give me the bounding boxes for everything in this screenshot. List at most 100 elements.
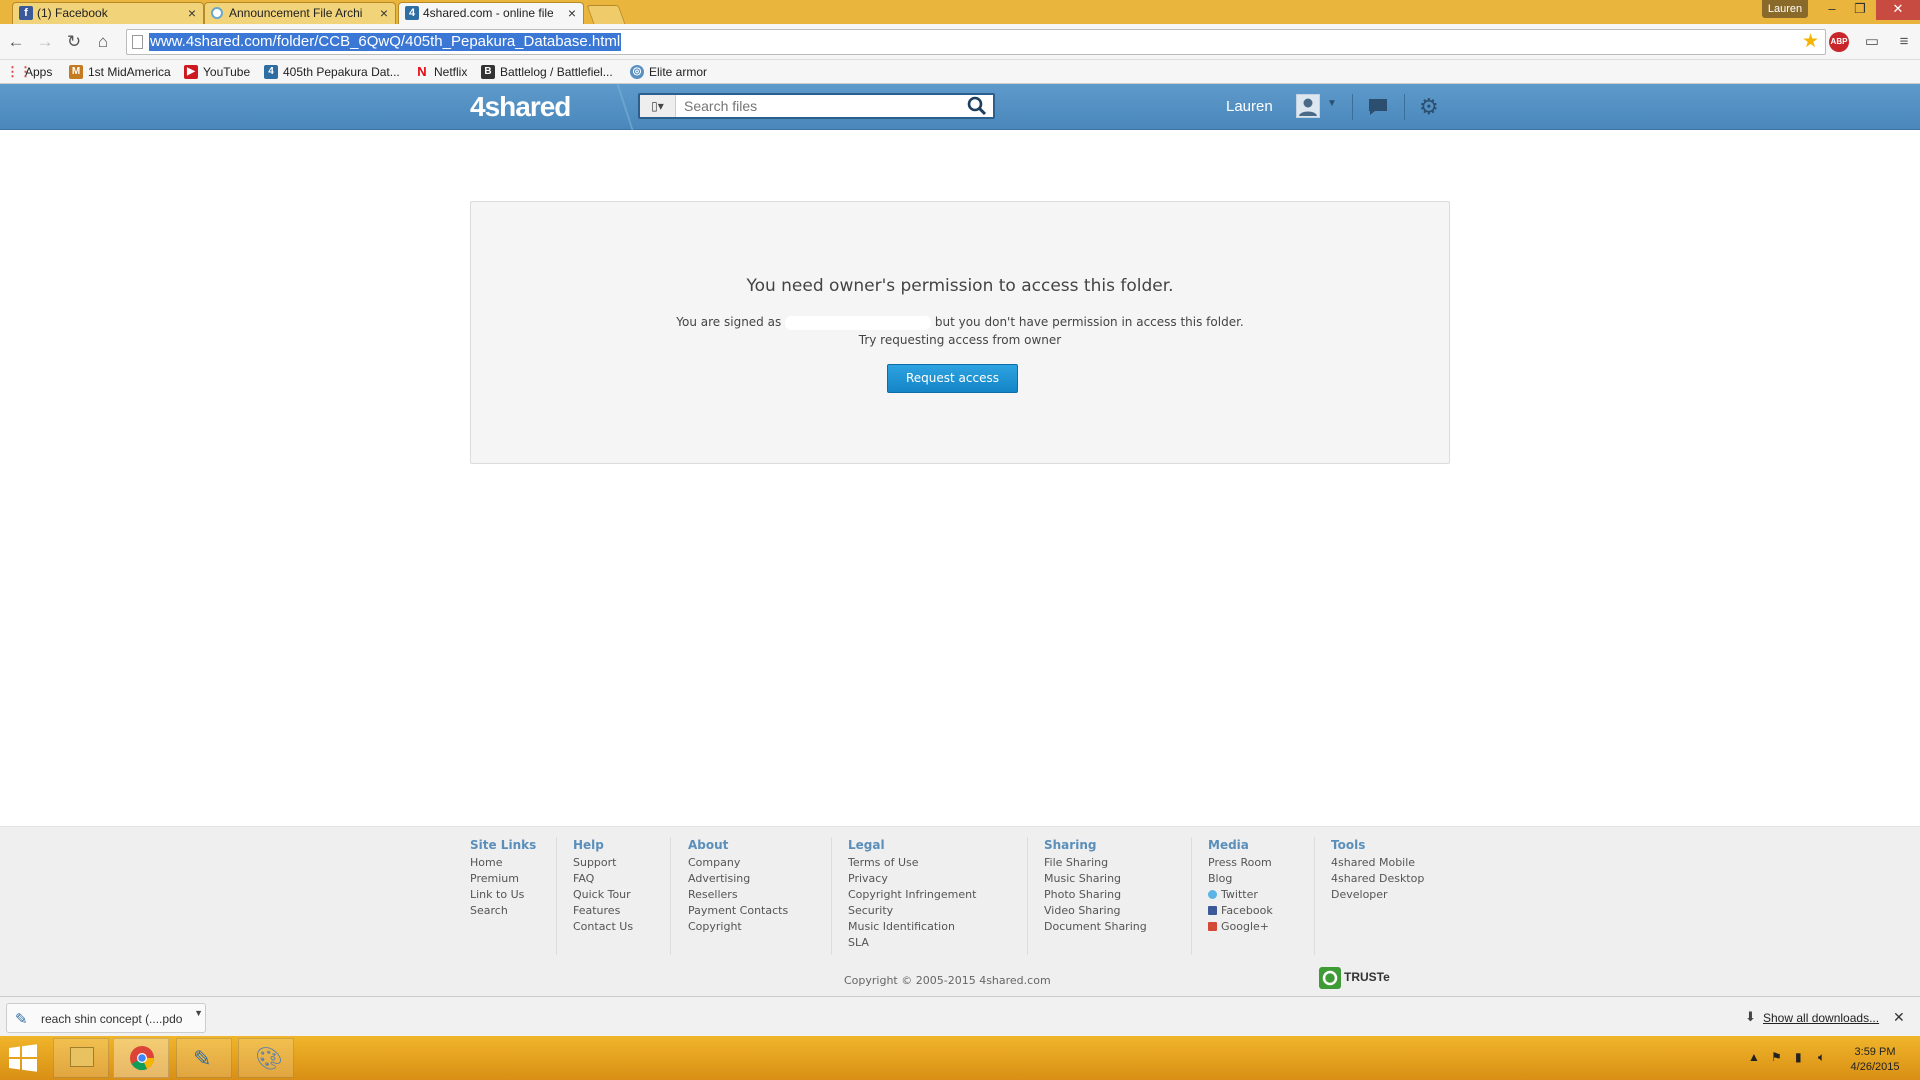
- footer-link[interactable]: 4shared Mobile: [1331, 855, 1424, 871]
- permission-panel: You need owner's permission to access th…: [470, 201, 1450, 464]
- windows-start-icon[interactable]: [8, 1044, 38, 1072]
- bookmark-elite-armor[interactable]: ◎ Elite armor: [630, 64, 707, 80]
- network-icon[interactable]: ▮: [1795, 1050, 1802, 1064]
- footer-link[interactable]: Video Sharing: [1044, 903, 1147, 919]
- footer-link[interactable]: Copyright Infringement: [848, 887, 976, 903]
- footer-link[interactable]: Quick Tour: [573, 887, 633, 903]
- chevron-down-icon[interactable]: ▼: [1327, 98, 1337, 109]
- user-name[interactable]: Lauren: [1226, 98, 1273, 115]
- bookmark-youtube[interactable]: ▶ YouTube: [184, 64, 250, 80]
- header-divider: [1352, 94, 1353, 120]
- new-tab-button[interactable]: [586, 5, 626, 24]
- download-arrow-icon: ⬇: [1745, 1009, 1756, 1024]
- footer-link[interactable]: Music Sharing: [1044, 871, 1147, 887]
- footer-link[interactable]: Search: [470, 903, 536, 919]
- footer-link[interactable]: Link to Us: [470, 887, 536, 903]
- url-text[interactable]: www.4shared.com/folder/CCB_6QwQ/405th_Pe…: [149, 33, 622, 51]
- tab-facebook[interactable]: f (1) Facebook ×: [12, 2, 204, 24]
- signed-as-prefix: You are signed as: [676, 315, 782, 329]
- bookmark-star-icon[interactable]: ★: [1802, 31, 1819, 53]
- address-bar[interactable]: www.4shared.com/folder/CCB_6QwQ/405th_Pe…: [126, 29, 1826, 55]
- close-icon[interactable]: ✕: [1893, 1009, 1905, 1026]
- footer-link[interactable]: Developer: [1331, 887, 1424, 903]
- bookmark-1st-midamerica[interactable]: M 1st MidAmerica: [69, 64, 171, 80]
- taskbar-pepakura[interactable]: ✎: [176, 1038, 232, 1078]
- restore-icon[interactable]: ❐: [1846, 0, 1874, 20]
- system-clock[interactable]: 3:59 PM 4/26/2015: [1840, 1045, 1910, 1075]
- footer-link[interactable]: Payment Contacts: [688, 903, 788, 919]
- footer-link[interactable]: Support: [573, 855, 633, 871]
- footer-link[interactable]: Copyright: [688, 919, 788, 935]
- tray-expand-icon[interactable]: ▲: [1748, 1050, 1760, 1064]
- footer-link-label: Google+: [1221, 920, 1270, 933]
- show-all-downloads-link[interactable]: Show all downloads...: [1763, 1011, 1879, 1025]
- cast-icon[interactable]: ▭: [1862, 32, 1882, 52]
- search-input[interactable]: [684, 97, 954, 115]
- taskbar-chrome[interactable]: [113, 1038, 169, 1078]
- bookmark-405th[interactable]: 4 405th Pepakura Dat...: [264, 64, 400, 80]
- footer-link-google-plus[interactable]: Google+: [1208, 919, 1273, 935]
- footer-link[interactable]: Security: [848, 903, 976, 919]
- messages-icon[interactable]: [1367, 97, 1389, 117]
- menu-icon[interactable]: ≡: [1894, 32, 1914, 52]
- file-type-dropdown[interactable]: ▯▾: [640, 95, 676, 117]
- footer-link[interactable]: Document Sharing: [1044, 919, 1147, 935]
- footer-link[interactable]: Advertising: [688, 871, 788, 887]
- reload-icon[interactable]: ↻: [64, 32, 84, 52]
- chevron-down-icon[interactable]: ▼: [194, 1008, 203, 1018]
- adblock-icon[interactable]: ABP: [1829, 32, 1849, 52]
- bookmark-apps[interactable]: ⋮⋮ Apps: [6, 64, 52, 80]
- back-icon[interactable]: ←: [6, 32, 26, 52]
- footer-link[interactable]: FAQ: [573, 871, 633, 887]
- footer-link[interactable]: SLA: [848, 935, 976, 951]
- truste-badge[interactable]: TRUSTe: [1319, 967, 1409, 989]
- paint-icon: 🎨︎: [255, 1046, 283, 1071]
- tab-announcement[interactable]: Announcement File Archi ×: [204, 2, 396, 24]
- action-center-flag-icon[interactable]: ⚑: [1771, 1050, 1782, 1064]
- forward-icon[interactable]: →: [35, 32, 55, 52]
- footer-link[interactable]: Resellers: [688, 887, 788, 903]
- search-icon[interactable]: [965, 95, 989, 117]
- request-access-button[interactable]: Request access: [887, 364, 1018, 393]
- tab-4shared[interactable]: 4 4shared.com - online file ×: [398, 2, 584, 25]
- bookmark-netflix[interactable]: N Netflix: [415, 64, 467, 80]
- close-window-icon[interactable]: ✕: [1876, 0, 1920, 20]
- bookmark-battlelog[interactable]: B Battlelog / Battlefiel...: [481, 64, 613, 80]
- search-box: ▯▾: [638, 93, 995, 119]
- footer-heading: Help: [573, 838, 604, 852]
- google-plus-icon: [1208, 922, 1217, 931]
- footer-link[interactable]: Blog: [1208, 871, 1273, 887]
- footer-link[interactable]: File Sharing: [1044, 855, 1147, 871]
- home-icon[interactable]: ⌂: [93, 32, 113, 52]
- gear-icon[interactable]: ⚙: [1419, 96, 1439, 118]
- footer-link[interactable]: Privacy: [848, 871, 976, 887]
- footer-link[interactable]: Music Identification: [848, 919, 976, 935]
- footer-link[interactable]: 4shared Desktop: [1331, 871, 1424, 887]
- taskbar-paint[interactable]: 🎨︎: [238, 1038, 294, 1078]
- footer-link-facebook[interactable]: Facebook: [1208, 903, 1273, 919]
- footer-link[interactable]: Premium: [470, 871, 536, 887]
- footer-link[interactable]: Home: [470, 855, 536, 871]
- footer-link[interactable]: Contact Us: [573, 919, 633, 935]
- footer-column-site-links: Site Links Home Premium Link to Us Searc…: [470, 838, 536, 919]
- footer-divider: [670, 837, 671, 955]
- footer-link[interactable]: Terms of Use: [848, 855, 976, 871]
- site-logo[interactable]: 4shared: [470, 90, 571, 124]
- volume-icon[interactable]: 🔈︎: [1818, 1050, 1825, 1065]
- footer-link-twitter[interactable]: Twitter: [1208, 887, 1273, 903]
- facebook-icon: [1208, 906, 1217, 915]
- tab-close-icon[interactable]: ×: [188, 3, 196, 23]
- profile-badge[interactable]: Lauren: [1762, 0, 1808, 18]
- footer-link[interactable]: Features: [573, 903, 633, 919]
- taskbar-file-explorer[interactable]: [53, 1038, 109, 1078]
- bookmark-label: 405th Pepakura Dat...: [283, 65, 400, 79]
- tab-close-icon[interactable]: ×: [568, 3, 576, 23]
- minimize-icon[interactable]: –: [1818, 0, 1846, 20]
- footer-link[interactable]: Press Room: [1208, 855, 1273, 871]
- download-item[interactable]: ✎ reach shin concept (....pdo ▼: [6, 1003, 206, 1033]
- avatar[interactable]: [1296, 94, 1320, 118]
- footer-link[interactable]: Photo Sharing: [1044, 887, 1147, 903]
- page-icon: [132, 35, 143, 49]
- footer-link[interactable]: Company: [688, 855, 788, 871]
- tab-close-icon[interactable]: ×: [380, 3, 388, 23]
